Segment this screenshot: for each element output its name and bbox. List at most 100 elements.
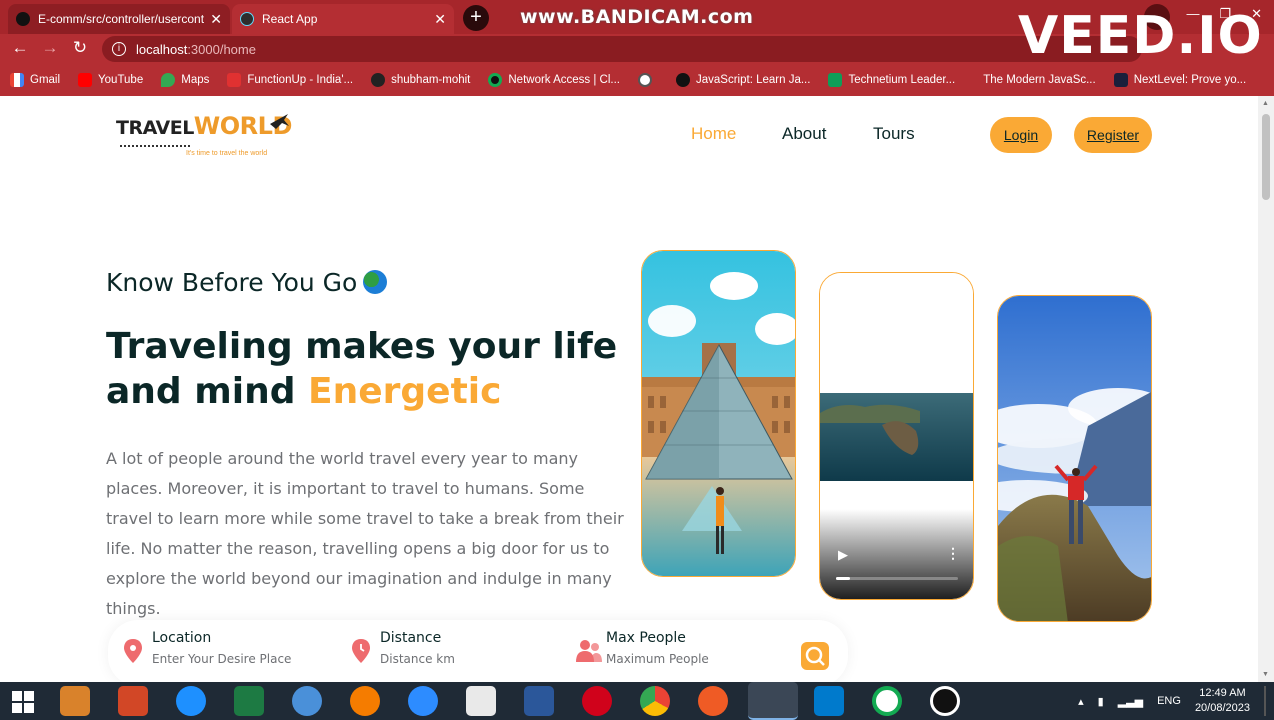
powerpoint-icon[interactable] (118, 686, 148, 716)
chrome-icon[interactable] (640, 686, 670, 716)
nav-tours[interactable]: Tours (873, 124, 915, 144)
vscode-icon[interactable] (814, 686, 844, 716)
bookmark-mongodb[interactable]: Network Access | Cl... (488, 73, 620, 87)
bookmark-label: Gmail (30, 74, 61, 86)
bookmark-label: FunctionUp - India'... (247, 74, 354, 86)
bandicam-watermark: www.BANDICAM.com (520, 6, 754, 28)
windows-start-icon[interactable] (12, 691, 34, 713)
zoom-icon[interactable] (408, 686, 438, 716)
bookmark-maps[interactable]: Maps (161, 73, 209, 87)
hero-subtitle: Know Before You Go (106, 268, 388, 297)
tray-chevron-icon[interactable]: ▴ (1078, 695, 1084, 708)
address-bar[interactable]: i localhost:3000/home (102, 36, 1142, 62)
bookmark-youtube[interactable]: YouTube (78, 73, 143, 87)
bookmark-label: Maps (181, 74, 210, 86)
new-tab-button[interactable]: + (463, 5, 489, 31)
logo-dotted-line (120, 145, 190, 147)
github-icon (371, 73, 386, 87)
tab-react-app[interactable]: React App ✕ (232, 4, 454, 34)
bookmark-github[interactable]: shubham-mohit (371, 73, 470, 87)
hero-image-mountain (997, 295, 1152, 622)
chrome-active-window[interactable] (748, 682, 798, 720)
gmail-icon (10, 73, 24, 87)
media-player-icon[interactable] (60, 686, 90, 716)
site-info-icon[interactable]: i (112, 42, 126, 56)
mongodb-compass-icon[interactable] (872, 686, 902, 716)
page-viewport: TRAVELWORLD It's time to travel the worl… (0, 96, 1258, 682)
opera-icon[interactable] (582, 686, 612, 716)
logo-travel-text: TRAVEL (116, 117, 194, 139)
sheets-icon (828, 73, 843, 87)
nav-home[interactable]: Home (691, 124, 736, 144)
show-desktop-button[interactable] (1264, 686, 1266, 716)
functionup-icon (227, 73, 242, 87)
distance-label: Distance (380, 630, 442, 646)
back-arrow-icon[interactable]: ← (8, 36, 32, 60)
language-indicator[interactable]: ENG (1157, 695, 1181, 707)
youtube-icon (78, 73, 93, 87)
bookmark-technetium[interactable]: Technetium Leader... (828, 73, 955, 87)
postman-icon[interactable] (698, 686, 728, 716)
location-label: Location (152, 630, 212, 646)
url-path: :3000/home (187, 41, 256, 57)
hero-video-player[interactable]: ▶ ⋮ (819, 272, 974, 600)
people-icon (576, 640, 602, 662)
nav-about[interactable]: About (782, 124, 826, 144)
nextlevel-icon (1113, 73, 1128, 87)
video-progress-track[interactable] (836, 577, 958, 580)
more-options-icon[interactable]: ⋮ (946, 545, 960, 562)
battery-icon[interactable]: ▮ (1098, 695, 1104, 708)
mountain-photo (998, 296, 1151, 621)
logo-tagline: It's time to travel the world (186, 150, 268, 157)
bookmark-modern-js[interactable]: The Modern JavaSc... (983, 74, 1096, 86)
search-icon (805, 646, 825, 666)
site-logo[interactable]: TRAVELWORLD It's time to travel the worl… (116, 112, 296, 164)
clock-time: 12:49 AM (1199, 687, 1246, 699)
bookmark-label: Network Access | Cl... (508, 74, 621, 86)
login-button[interactable]: Login (990, 117, 1052, 153)
chrome-profile-icon[interactable] (292, 686, 322, 716)
forward-arrow-icon[interactable]: → (38, 36, 62, 60)
firefox-icon[interactable] (350, 686, 380, 716)
bookmark-label: The Modern JavaSc... (983, 74, 1096, 86)
bookmark-label: NextLevel: Prove yo... (1133, 74, 1247, 86)
hero-headline: Traveling makes your life and mind Energ… (106, 324, 646, 414)
signal-icon[interactable]: ▂▃▅ (1118, 695, 1143, 708)
hero-subtitle-text: Know Before You Go (106, 268, 358, 297)
bookmark-label: YouTube (98, 74, 144, 86)
scroll-up-icon[interactable]: ▲ (1262, 100, 1269, 107)
close-tab-icon[interactable]: ✕ (434, 11, 446, 28)
word-icon[interactable] (524, 686, 554, 716)
bookmark-nextlevel[interactable]: NextLevel: Prove yo... (1113, 73, 1247, 87)
bookmark-label: JavaScript: Learn Ja... (696, 74, 811, 86)
location-pin-icon (124, 639, 142, 663)
scroll-thumb[interactable] (1262, 114, 1270, 200)
louvre-photo (642, 251, 795, 576)
max-people-placeholder: Maximum People (606, 652, 709, 666)
hero-description: A lot of people around the world travel … (106, 449, 624, 618)
page-scrollbar[interactable]: ▲ ▼ (1258, 96, 1274, 682)
bookmark-label: shubham-mohit (391, 74, 471, 86)
bandicam-icon[interactable] (930, 686, 960, 716)
register-button[interactable]: Register (1074, 117, 1152, 153)
reload-icon[interactable]: ↻ (68, 36, 92, 60)
internet-explorer-icon[interactable] (176, 686, 206, 716)
excel-icon[interactable] (234, 686, 264, 716)
system-tray: ▴ ▮ ▂▃▅ ENG 12:49 AM 20/08/2023 (1078, 686, 1266, 716)
clock-date: 20/08/2023 (1194, 702, 1250, 714)
scroll-down-icon[interactable]: ▼ (1262, 671, 1269, 678)
notepad-icon[interactable] (466, 686, 496, 716)
play-icon[interactable]: ▶ (838, 547, 848, 563)
clock[interactable]: 12:49 AM 20/08/2023 (1195, 686, 1250, 716)
close-tab-icon[interactable]: ✕ (210, 11, 222, 28)
url-host: localhost (136, 41, 188, 57)
tab-ecomm[interactable]: E-comm/src/controller/usercontr ✕ (8, 4, 230, 34)
search-button[interactable] (801, 642, 829, 670)
hero-image-louvre (641, 250, 796, 577)
bookmark-globe[interactable] (638, 73, 658, 87)
bookmark-functionup[interactable]: FunctionUp - India'... (227, 73, 353, 87)
video-progress-fill (836, 577, 850, 580)
bookmark-gmail[interactable]: Gmail (10, 73, 60, 87)
distance-placeholder: Distance km (380, 652, 455, 666)
bookmark-javascript[interactable]: JavaScript: Learn Ja... (676, 73, 810, 87)
